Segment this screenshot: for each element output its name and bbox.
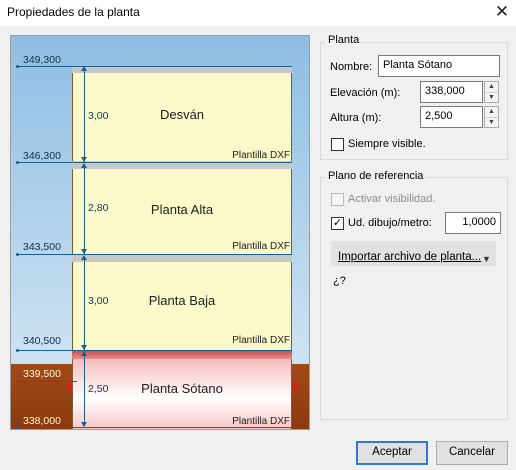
- selection-marker-right: [293, 382, 297, 392]
- importar-archivo-label: Importar archivo de planta...: [338, 251, 482, 263]
- nombre-label: Nombre:: [330, 61, 373, 73]
- arrow-down-icon: [81, 157, 87, 162]
- elevation-line: [17, 427, 292, 428]
- floor-diagram[interactable]: Desván Planta Alta Planta Baja Planta Só…: [10, 35, 310, 430]
- ud-dibujo-input[interactable]: 1,0000: [445, 212, 501, 234]
- cancelar-button[interactable]: Cancelar: [436, 441, 508, 465]
- roof-slab: [72, 66, 292, 73]
- elevation-label: 339,500: [23, 368, 61, 380]
- arrow-down-icon: [81, 345, 87, 350]
- height-label: 3,00: [88, 110, 109, 122]
- dimension-line: [84, 165, 85, 254]
- window-title: Propiedades de la planta: [7, 5, 140, 19]
- siempre-visible-label[interactable]: Siempre visible.: [348, 138, 426, 150]
- spin-up-icon[interactable]: ▲: [485, 107, 498, 117]
- nombre-input[interactable]: Planta Sótano: [378, 55, 500, 77]
- planta-group-title: Planta: [325, 34, 363, 46]
- elevation-label: 343,500: [23, 241, 61, 253]
- aceptar-button[interactable]: Aceptar: [356, 441, 428, 465]
- selected-slab: [72, 350, 292, 359]
- close-icon[interactable]: ✕: [490, 1, 514, 23]
- siempre-visible-checkbox[interactable]: [331, 138, 344, 151]
- altura-input[interactable]: 2,500: [420, 106, 483, 128]
- altura-label: Altura (m):: [330, 112, 382, 124]
- elevation-line: [17, 254, 292, 255]
- ud-dibujo-label[interactable]: Ud. dibujo/metro:: [348, 217, 432, 229]
- template-label: Plantilla DXF: [232, 335, 290, 346]
- arrow-up-icon: [81, 255, 87, 260]
- elevation-label: 340,500: [23, 335, 61, 347]
- arrow-up-icon: [81, 351, 87, 356]
- activar-visibilidad-checkbox: [331, 193, 344, 206]
- elevation-line: [17, 350, 292, 351]
- spin-down-icon[interactable]: ▼: [485, 117, 498, 127]
- elevacion-input[interactable]: 338,000: [420, 81, 483, 103]
- dimension-line: [84, 257, 85, 350]
- elevation-line: [17, 66, 292, 67]
- ud-dibujo-checkbox[interactable]: ✓: [331, 217, 344, 230]
- elevacion-label: Elevación (m):: [330, 87, 401, 99]
- template-label: Plantilla DXF: [232, 241, 290, 252]
- elevation-label: 346,300: [23, 150, 61, 162]
- referencia-group-title: Plano de referencia: [325, 170, 427, 182]
- arrow-up-icon: [81, 66, 87, 71]
- elevation-dot: [16, 349, 19, 352]
- height-label: 3,00: [88, 295, 109, 307]
- arrow-up-icon: [81, 163, 87, 168]
- elevacion-spinner[interactable]: ▲ ▼: [484, 81, 499, 103]
- spin-down-icon[interactable]: ▼: [485, 92, 498, 102]
- slab: [72, 254, 292, 262]
- height-label: 2,80: [88, 202, 109, 214]
- template-label: Plantilla DXF: [232, 150, 290, 161]
- elevation-dot: [16, 253, 19, 256]
- arrow-down-icon: [81, 422, 87, 427]
- importar-archivo-button[interactable]: Importar archivo de planta... ▼: [331, 241, 496, 266]
- arrow-down-icon: [81, 249, 87, 254]
- altura-spinner[interactable]: ▲ ▼: [484, 106, 499, 128]
- template-label: Plantilla DXF: [232, 416, 290, 427]
- elevation-dot: [16, 161, 19, 164]
- elevation-dot: [16, 426, 19, 429]
- help-text: ¿?: [333, 275, 346, 287]
- activar-visibilidad-label: Activar visibilidad.: [348, 193, 436, 205]
- height-label: 2,50: [88, 383, 109, 395]
- elevation-dot: [16, 65, 19, 68]
- selection-marker-left: [67, 382, 71, 392]
- elevation-label: 349,300: [23, 54, 61, 66]
- dimension-line: [84, 354, 85, 426]
- elevation-label: 338,000: [23, 415, 61, 427]
- dimension-line: [84, 69, 85, 162]
- chevron-down-icon: ▼: [482, 254, 491, 264]
- spin-up-icon[interactable]: ▲: [485, 82, 498, 92]
- elevation-line: [17, 162, 292, 163]
